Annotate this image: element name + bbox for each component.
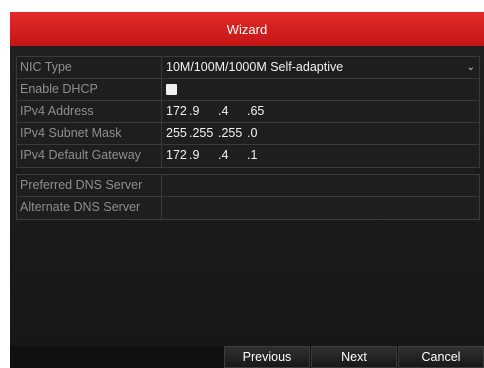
- default-gateway-row: IPv4 Default Gateway 172.9.4.1: [17, 145, 479, 167]
- subnet-mask-octet-4[interactable]: .0: [247, 123, 257, 144]
- subnet-mask-octet-2[interactable]: .255: [189, 123, 218, 144]
- dhcp-row: Enable DHCP: [17, 79, 479, 101]
- alternate-dns-label: Alternate DNS Server: [17, 197, 162, 219]
- ipv4-address-octet-3[interactable]: .4: [218, 101, 247, 122]
- default-gateway-label: IPv4 Default Gateway: [17, 145, 162, 167]
- nic-type-label: NIC Type: [17, 57, 162, 78]
- ipv4-address-row: IPv4 Address 172.9.4.65: [17, 101, 479, 123]
- subnet-mask-octet-3[interactable]: .255: [218, 123, 247, 144]
- dialog-body: NIC Type 10M/100M/1000M Self-adaptive ⌄ …: [10, 46, 484, 346]
- network-settings-table: NIC Type 10M/100M/1000M Self-adaptive ⌄ …: [16, 56, 480, 168]
- ipv4-address-octet-2[interactable]: .9: [189, 101, 218, 122]
- subnet-mask-label: IPv4 Subnet Mask: [17, 123, 162, 144]
- default-gateway-octet-4[interactable]: .1: [247, 145, 257, 166]
- dialog-title: Wizard: [10, 12, 484, 47]
- alternate-dns-input[interactable]: [162, 197, 479, 219]
- cancel-button[interactable]: Cancel: [398, 346, 484, 368]
- subnet-mask-octet-1[interactable]: 255: [166, 123, 189, 144]
- ipv4-address-octet-4[interactable]: .65: [247, 101, 264, 122]
- ipv4-address-octet-1[interactable]: 172: [166, 101, 189, 122]
- dhcp-checkbox[interactable]: [166, 84, 177, 95]
- nic-type-value: 10M/100M/1000M Self-adaptive: [166, 60, 344, 74]
- ipv4-address-field[interactable]: 172.9.4.65: [162, 101, 479, 122]
- button-bar: Previous Next Cancel: [10, 346, 484, 368]
- wizard-dialog: Wizard NIC Type 10M/100M/1000M Self-adap…: [10, 12, 484, 368]
- default-gateway-octet-1[interactable]: 172: [166, 145, 189, 166]
- subnet-mask-row: IPv4 Subnet Mask 255.255.255.0: [17, 123, 479, 145]
- chevron-down-icon: ⌄: [466, 62, 475, 73]
- nic-type-select[interactable]: 10M/100M/1000M Self-adaptive ⌄: [162, 57, 479, 78]
- subnet-mask-field[interactable]: 255.255.255.0: [162, 123, 479, 144]
- previous-button[interactable]: Previous: [224, 346, 310, 368]
- ipv4-address-label: IPv4 Address: [17, 101, 162, 122]
- preferred-dns-row: Preferred DNS Server: [17, 175, 479, 197]
- default-gateway-octet-3[interactable]: .4: [218, 145, 247, 166]
- dhcp-label: Enable DHCP: [17, 79, 162, 100]
- next-button[interactable]: Next: [311, 346, 397, 368]
- nic-type-row: NIC Type 10M/100M/1000M Self-adaptive ⌄: [17, 57, 479, 79]
- default-gateway-octet-2[interactable]: .9: [189, 145, 218, 166]
- preferred-dns-label: Preferred DNS Server: [17, 175, 162, 196]
- default-gateway-field[interactable]: 172.9.4.1: [162, 145, 479, 167]
- dns-settings-table: Preferred DNS Server Alternate DNS Serve…: [16, 174, 480, 220]
- preferred-dns-input[interactable]: [162, 175, 479, 196]
- alternate-dns-row: Alternate DNS Server: [17, 197, 479, 219]
